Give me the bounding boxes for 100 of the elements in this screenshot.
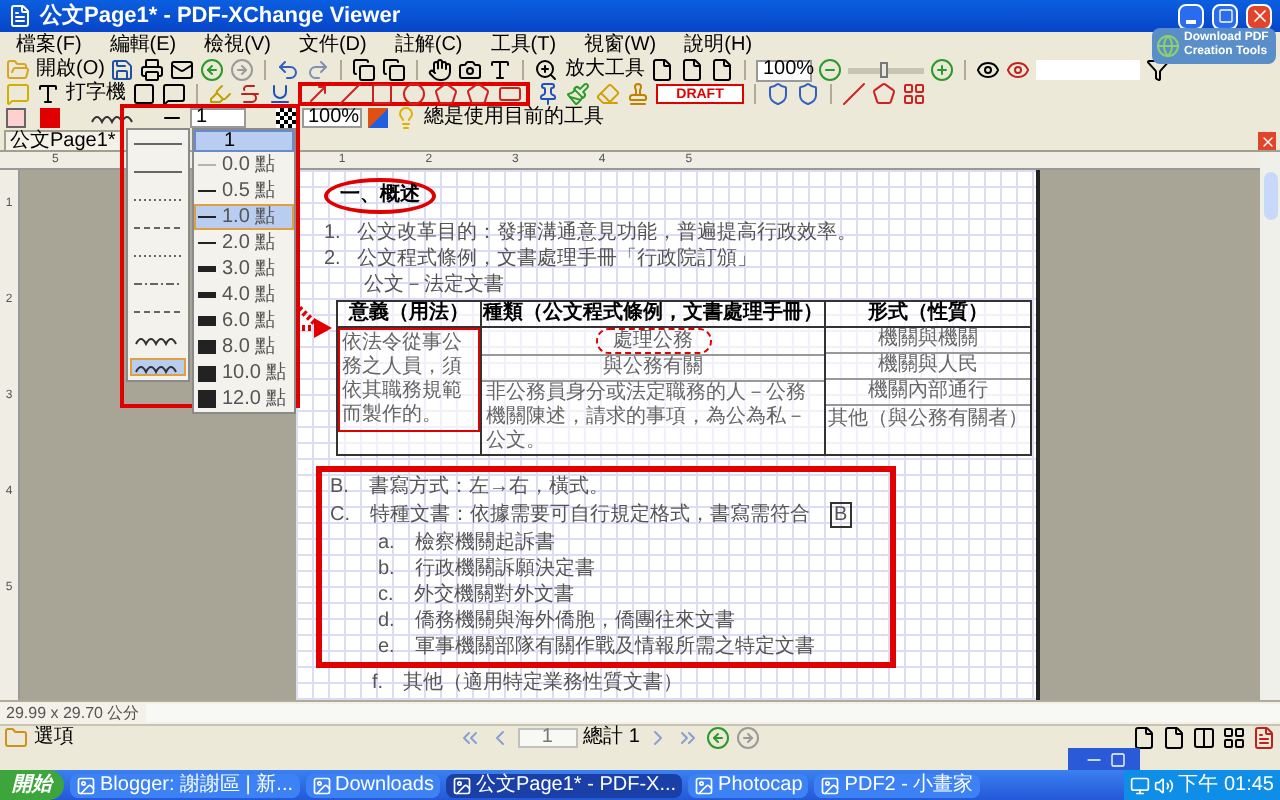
redo-icon[interactable] — [306, 58, 331, 82]
pin-icon[interactable] — [536, 82, 560, 106]
line-width-option[interactable]: 10.0 點 — [194, 360, 294, 386]
zoom-in-icon[interactable] — [930, 58, 955, 82]
line-width-option[interactable]: 4.0 點 — [194, 282, 294, 308]
perimeter-icon[interactable] — [872, 82, 896, 106]
undo-icon[interactable] — [276, 58, 301, 82]
line-width-dropdown[interactable]: 1 — [194, 130, 294, 152]
page-number-field[interactable]: 1 — [517, 727, 578, 747]
close-tab-button[interactable] — [1258, 132, 1276, 150]
area-icon[interactable] — [902, 82, 926, 106]
eye-icon[interactable] — [976, 58, 1001, 82]
polygon-icon[interactable] — [434, 82, 458, 106]
line-width-option[interactable]: 2.0 點 — [194, 230, 294, 256]
line-width-option[interactable]: 0.5 點 — [194, 178, 294, 204]
text-select-icon[interactable] — [488, 58, 513, 82]
fill-color-icon[interactable] — [6, 108, 26, 128]
list-text: 軍事機關部隊有關作戰及情報所需之特定文書 — [414, 636, 815, 658]
typewriter-icon[interactable] — [36, 82, 60, 106]
option-label: 3.0 點 — [222, 259, 276, 279]
highlight-icon[interactable] — [208, 82, 232, 106]
minimize-button[interactable] — [1178, 3, 1204, 29]
menu-item[interactable]: 說明(H) — [684, 35, 753, 55]
taskbar-button[interactable]: PDF2 - 小畫家 — [814, 773, 980, 797]
taskbar-button[interactable]: Blogger: 謝謝區 | 新... — [70, 773, 300, 797]
search-field[interactable] — [1036, 60, 1141, 80]
slider-thumb[interactable] — [879, 61, 888, 77]
menu-item[interactable]: 編輯(E) — [109, 35, 177, 55]
opacity-field[interactable]: 100% — [302, 108, 362, 128]
shape-icon[interactable] — [766, 82, 790, 106]
menu-item[interactable]: 文件(D) — [298, 35, 367, 55]
single-page-icon[interactable] — [1132, 725, 1156, 749]
oval-icon[interactable] — [402, 82, 426, 106]
copy-icon[interactable] — [352, 58, 377, 82]
typewriter-field[interactable]: B — [830, 502, 852, 528]
page-icon[interactable] — [710, 58, 735, 82]
print-icon[interactable] — [140, 58, 165, 82]
color-swatch-icon[interactable] — [368, 108, 388, 128]
arrow-icon[interactable] — [306, 82, 330, 106]
speaker-icon[interactable] — [1154, 775, 1175, 795]
cloud-line-icon — [90, 112, 138, 124]
menu-item[interactable]: 視窗(W) — [584, 35, 657, 55]
taskbar-button[interactable]: Downloads — [305, 773, 440, 797]
measure-icon[interactable] — [842, 82, 866, 106]
page-icon[interactable] — [650, 58, 675, 82]
save-icon[interactable] — [110, 58, 135, 82]
back-icon[interactable] — [706, 725, 730, 749]
stroke-color-swatch[interactable] — [40, 108, 60, 128]
underline-icon[interactable] — [268, 82, 292, 106]
open-button[interactable]: 開啟(O) — [36, 60, 105, 80]
line-width-option[interactable]: 1.0 點 — [194, 204, 294, 230]
list-marker: c. — [378, 584, 394, 606]
list-marker: a. — [378, 532, 395, 554]
line-width-option[interactable]: 6.0 點 — [194, 308, 294, 334]
taskbar-button[interactable]: Photocap — [688, 773, 809, 797]
filter-icon[interactable] — [1146, 58, 1171, 82]
zoom-out-icon[interactable] — [818, 58, 843, 82]
mail-icon[interactable] — [170, 58, 195, 82]
line-icon[interactable] — [338, 82, 362, 106]
menu-item[interactable]: 註解(C) — [394, 35, 463, 55]
line-style-option[interactable] — [130, 358, 186, 376]
pentagon-icon[interactable] — [466, 82, 490, 106]
paste-icon[interactable] — [382, 58, 407, 82]
line-width-option[interactable]: 0.0 點 — [194, 152, 294, 178]
pdf-icon[interactable] — [1252, 725, 1276, 749]
zoom-tool-button[interactable]: 放大工具 — [564, 60, 645, 80]
line-width-field[interactable]: 1 — [190, 108, 246, 128]
textbox-icon[interactable] — [132, 82, 156, 106]
line-width-icon — [198, 216, 216, 218]
strikeout-icon[interactable] — [238, 82, 262, 106]
menu-item[interactable]: 工具(T) — [490, 35, 557, 55]
page-icon[interactable] — [680, 58, 705, 82]
shape-icon[interactable] — [796, 82, 820, 106]
callout-icon[interactable] — [162, 82, 186, 106]
restore-icon[interactable] — [1109, 751, 1125, 767]
document-tab[interactable]: 公文Page1* — [4, 130, 122, 150]
rectangle-icon[interactable] — [370, 82, 394, 106]
close-button[interactable] — [1246, 3, 1272, 29]
options-button[interactable]: 選項 — [34, 727, 74, 747]
checker-pattern-icon[interactable] — [276, 108, 296, 128]
menu-item[interactable]: 檔案(F) — [16, 35, 82, 55]
line-width-option[interactable]: 3.0 點 — [194, 256, 294, 282]
grid-pages-icon[interactable] — [1222, 725, 1246, 749]
window-icon — [452, 775, 472, 795]
menu-item[interactable]: 檢視(V) — [204, 35, 271, 55]
continuous-page-icon[interactable] — [1162, 725, 1186, 749]
zoom-slider[interactable] — [848, 67, 925, 73]
facing-pages-icon[interactable] — [1192, 725, 1216, 749]
option-label: 2.0 點 — [222, 233, 276, 253]
hand-icon[interactable] — [428, 58, 453, 82]
line-width-option[interactable]: 12.0 點 — [194, 386, 294, 412]
vertical-scrollbar[interactable] — [1260, 152, 1280, 700]
camera-icon[interactable] — [458, 58, 483, 82]
zoom-icon[interactable] — [534, 58, 559, 82]
zoom-field[interactable]: 100% — [756, 59, 813, 81]
line-width-option[interactable]: 8.0 點 — [194, 334, 294, 360]
sticky-tool-button[interactable]: 總是使用目前的工具 — [424, 108, 604, 128]
monitor-icon[interactable] — [1130, 775, 1151, 795]
taskbar-button[interactable]: 公文Page1* - PDF-X... — [446, 773, 683, 797]
restore-button[interactable] — [1212, 3, 1238, 29]
